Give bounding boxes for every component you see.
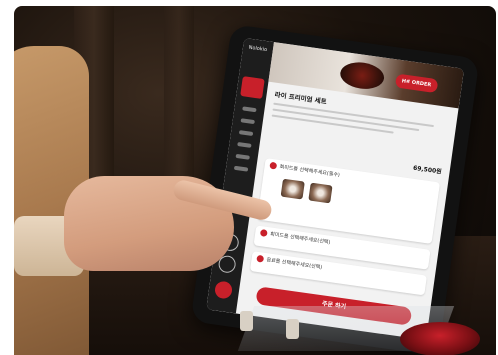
dish-image (338, 59, 386, 92)
sidebar-item[interactable] (240, 118, 255, 125)
required-dot-icon (269, 161, 278, 170)
photo: Nolokio H# ORDER 라이 프리미엄 세트 69,500원 회미드를… (14, 6, 496, 355)
brand-label: Nolokio (248, 44, 268, 54)
required-dot-icon (259, 229, 268, 237)
option-label: 회미드를 선택해주세요(선택) (269, 231, 331, 246)
order-history-icon[interactable] (213, 280, 234, 300)
sidebar-item[interactable] (235, 153, 250, 160)
category-selected-tile[interactable] (240, 76, 265, 99)
menu-price: 69,500원 (412, 164, 443, 176)
sidebar-item[interactable] (242, 106, 257, 113)
sidebar-item[interactable] (237, 141, 252, 148)
stand-clip (240, 311, 253, 331)
stand-clip (286, 319, 299, 339)
required-dot-icon (256, 254, 265, 263)
option-label: 음료를 선택해주세요(선택) (266, 257, 323, 271)
menu-detail-panel: H# ORDER 라이 프리미엄 세트 69,500원 회미드를 선택해주세요(… (236, 42, 465, 340)
option-thumbnail[interactable] (308, 182, 333, 204)
call-bell (400, 322, 480, 355)
option-thumbnail[interactable] (280, 178, 305, 200)
sidebar-item[interactable] (233, 165, 249, 172)
sidebar-item[interactable] (238, 130, 254, 137)
tablet-screen: Nolokio H# ORDER 라이 프리미엄 세트 69,500원 회미드를… (206, 37, 465, 341)
order-badge[interactable]: H# ORDER (394, 73, 439, 94)
option-label: 회미드를 선택해주세요(필수) (279, 164, 341, 179)
